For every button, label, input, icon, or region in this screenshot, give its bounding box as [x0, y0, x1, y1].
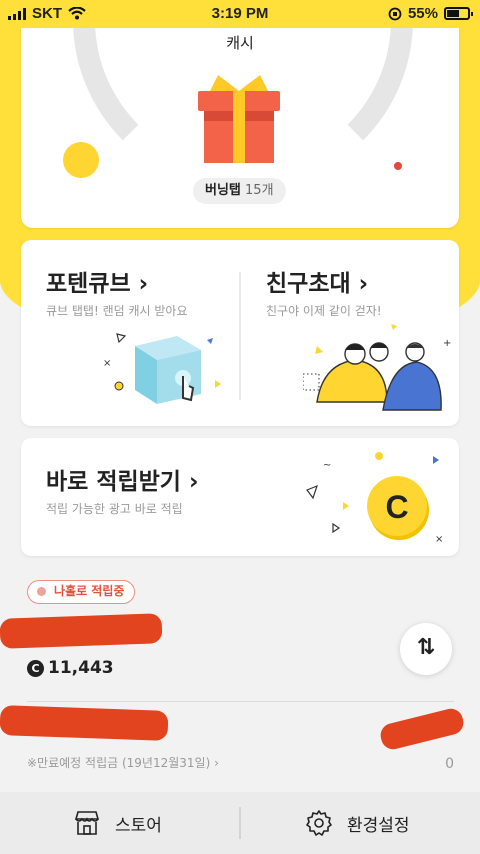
- expiring-points-link[interactable]: ※만료예정 적립금 (19년12월31일) ›: [27, 754, 219, 771]
- coin-letter: C: [385, 489, 408, 525]
- poten-cube-subtitle: 큐브 탭탭! 랜덤 캐시 받아요: [46, 304, 188, 318]
- redacted-info-right: [378, 706, 466, 752]
- cube-icon: ×: [103, 333, 221, 404]
- feature-card-row: 포텐큐브 › 큐브 탭탭! 랜덤 캐시 받아요 × 친구초대 › 친구야 이제 …: [21, 240, 459, 426]
- burn-tap-label: 버닝탭: [205, 183, 241, 198]
- feature-divider: [239, 272, 241, 400]
- tab-store[interactable]: 스토어: [73, 792, 162, 854]
- redacted-info-left: [0, 705, 169, 741]
- swap-button[interactable]: ⇅: [400, 623, 452, 675]
- gear-icon: [306, 810, 332, 836]
- invite-friends-title: 친구초대 ›: [266, 271, 369, 297]
- expiring-points-value: 0: [445, 756, 454, 772]
- svg-text:×: ×: [103, 358, 111, 369]
- gauge-end-dot: [394, 162, 402, 170]
- friends-icon: +: [303, 324, 451, 411]
- store-icon: [74, 811, 100, 835]
- swap-icon: ⇅: [416, 635, 436, 660]
- tab-store-label: 스토어: [115, 815, 162, 836]
- saving-status-badge: 나홀로 적립중: [27, 580, 136, 604]
- gauge-knob: [63, 142, 99, 178]
- redacted-name: [0, 613, 163, 649]
- chevron-right-icon: ›: [138, 271, 149, 297]
- bottom-tab-bar: 스토어 환경설정: [0, 792, 480, 854]
- battery-icon: [444, 7, 473, 20]
- balance-row: C 11,443: [27, 658, 114, 678]
- status-bar: SKT 3:19 PM 55%: [0, 0, 480, 28]
- burn-tap-badge[interactable]: 버닝탭 15개: [193, 178, 286, 204]
- invite-friends-subtitle: 친구야 이제 같이 걷자!: [266, 304, 382, 318]
- chevron-right-icon: ›: [214, 756, 219, 770]
- section-divider: [27, 701, 454, 702]
- chevron-right-icon: ›: [358, 271, 369, 297]
- coin-icon: ~ C ×: [306, 452, 443, 545]
- orientation-lock-icon: [388, 7, 402, 20]
- svg-text:~: ~: [323, 460, 331, 471]
- burn-tap-count: 15개: [245, 183, 274, 198]
- instant-earn-card[interactable]: 바로 적립받기 › 적립 가능한 광고 바로 적립 ~ C ×: [21, 438, 459, 556]
- poten-cube-title: 포텐큐브 ›: [46, 271, 149, 297]
- chevron-right-icon: ›: [188, 469, 199, 495]
- balance-amount: 11,443: [48, 658, 114, 678]
- battery-percent: 55%: [407, 5, 438, 22]
- svg-text:×: ×: [435, 534, 443, 545]
- instant-earn-subtitle: 적립 가능한 광고 바로 적립: [46, 502, 183, 516]
- tab-settings-label: 환경설정: [347, 815, 410, 836]
- cash-label: 캐시: [226, 34, 254, 52]
- cash-card[interactable]: 캐시 버닝탭 15개: [21, 0, 459, 228]
- instant-earn-title: 바로 적립받기 ›: [46, 469, 199, 495]
- coin-small-icon: C: [27, 659, 44, 677]
- tab-separator: [239, 807, 241, 839]
- svg-text:+: +: [443, 338, 451, 349]
- tab-settings[interactable]: 환경설정: [305, 792, 410, 854]
- gift-icon[interactable]: [196, 73, 282, 165]
- status-right: 55%: [388, 5, 473, 22]
